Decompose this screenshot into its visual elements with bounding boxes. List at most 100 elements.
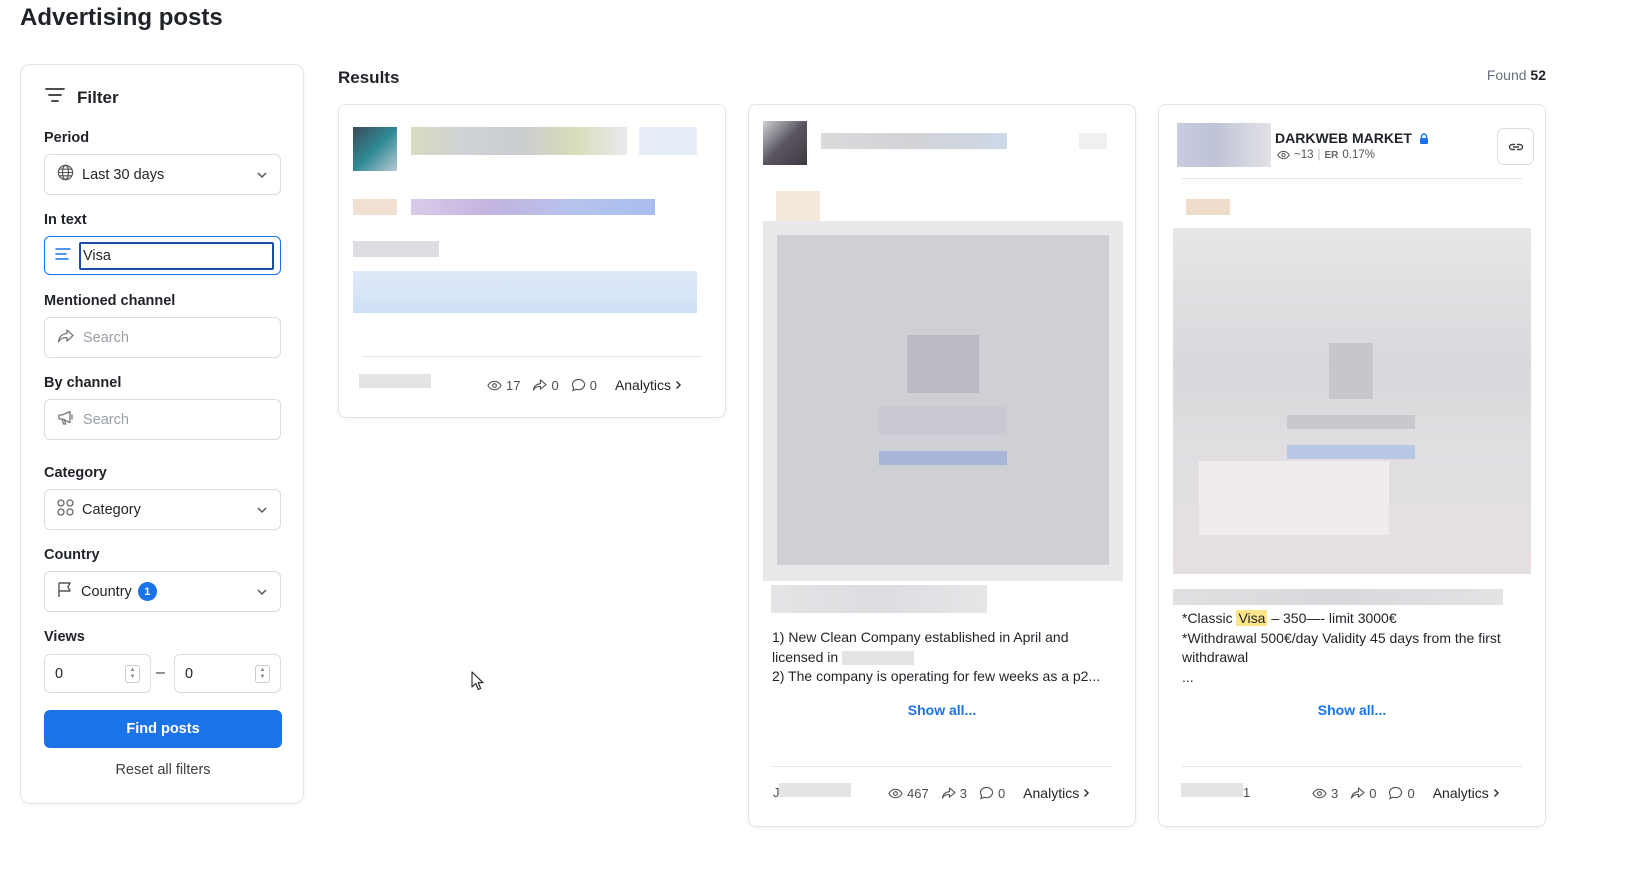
- blurred-channel-name: [821, 133, 1007, 149]
- category-select[interactable]: Category: [44, 489, 281, 530]
- image-logo: [907, 335, 979, 393]
- blurred-text: [771, 585, 987, 613]
- views-count: 17: [506, 377, 521, 393]
- in-text-field: [44, 236, 281, 275]
- chevron-right-icon: [1493, 788, 1499, 798]
- views-stat: 467: [888, 786, 929, 801]
- image-link: [879, 451, 1007, 465]
- chevron-down-icon: [256, 584, 268, 600]
- find-posts-button[interactable]: Find posts: [44, 710, 282, 748]
- share-icon: [533, 378, 548, 391]
- channel-avatar: [1177, 123, 1271, 167]
- views-label: Views: [44, 629, 85, 645]
- chevron-down-icon: [256, 167, 268, 183]
- period-select[interactable]: Last 30 days: [44, 154, 281, 195]
- analytics-link[interactable]: Analytics: [1433, 785, 1500, 801]
- analytics-label: Analytics: [614, 377, 671, 393]
- eye-icon: [1312, 788, 1327, 798]
- post-text-line: licensed in: [772, 648, 1117, 668]
- meta-separator: |: [1317, 149, 1321, 161]
- in-text-input[interactable]: [79, 241, 274, 270]
- mentioned-channel-input[interactable]: Search: [44, 317, 281, 358]
- post-text: 1) New Clean Company established in Apri…: [772, 628, 1117, 687]
- text-align-icon: [55, 247, 71, 265]
- mentioned-channel-label: Mentioned channel: [44, 293, 176, 309]
- analytics-label: Analytics: [1432, 785, 1489, 801]
- found-count: Found 52: [1487, 67, 1546, 83]
- eye-icon: [487, 380, 502, 390]
- card-divider: [362, 356, 702, 357]
- channel-avatar: [763, 121, 807, 165]
- post-stats: 3 0 0 Analytics: [1312, 785, 1500, 801]
- views-min-spinner[interactable]: ▲ ▼: [125, 664, 140, 683]
- copy-link-button[interactable]: [1497, 128, 1534, 165]
- post-card[interactable]: DARKWEB MARKET ~13 | ER 0.17% *Classic V…: [1158, 104, 1546, 827]
- blurred-action: [1079, 133, 1107, 149]
- blurred-author: [779, 783, 851, 797]
- comments-count: 0: [1407, 785, 1415, 801]
- blurred-channel-name: [411, 127, 627, 155]
- eye-icon: [888, 788, 903, 798]
- comment-icon: [1389, 786, 1403, 800]
- period-value: Last 30 days: [82, 166, 165, 183]
- by-channel-label: By channel: [44, 375, 122, 391]
- channel-meta: ~13 | ER 0.17%: [1277, 149, 1375, 161]
- post-card[interactable]: 1) New Clean Company established in Apri…: [748, 104, 1136, 827]
- comments-stat: 0: [571, 378, 597, 393]
- analytics-link[interactable]: Analytics: [615, 377, 682, 393]
- flag-icon: [57, 581, 73, 602]
- post-stats: 467 3 0 Analytics: [888, 785, 1090, 801]
- subscriber-count: ~13: [1294, 149, 1314, 161]
- category-value: Category: [82, 501, 141, 518]
- comments-count: 0: [997, 785, 1006, 801]
- shares-stat: 3: [941, 786, 967, 801]
- image-panel: [1199, 461, 1389, 535]
- share-arrow-icon: [57, 328, 75, 348]
- card-divider: [772, 766, 1112, 767]
- shares-count: 0: [1369, 785, 1377, 801]
- post-card[interactable]: 17 0 0 Analytics: [338, 104, 726, 418]
- show-all-link[interactable]: Show all...: [1159, 702, 1545, 718]
- er-value: 0.17%: [1342, 149, 1376, 161]
- channel-name[interactable]: DARKWEB MARKET: [1275, 130, 1430, 146]
- reset-filters-link[interactable]: Reset all filters: [44, 762, 282, 778]
- blurred-tag: [1186, 199, 1230, 215]
- verified-icon: [1419, 132, 1428, 144]
- megaphone-icon: [57, 410, 75, 430]
- author-suffix: 1: [1243, 785, 1250, 800]
- views-count: 467: [907, 785, 929, 801]
- globe-icon: [57, 164, 74, 185]
- blurred-tag: [776, 191, 820, 221]
- chevron-right-icon: [675, 380, 682, 390]
- analytics-label: Analytics: [1023, 785, 1080, 801]
- author-suffix-text: 1: [1243, 785, 1251, 800]
- blurred-text: [1173, 589, 1503, 605]
- filter-header: Filter: [45, 87, 119, 108]
- analytics-link[interactable]: Analytics: [1023, 785, 1090, 801]
- post-text-fragment: *Classic: [1182, 610, 1233, 626]
- comments-count: 0: [589, 377, 597, 393]
- blurred-author: [1181, 783, 1243, 797]
- views-max-input[interactable]: 0 ▲ ▼: [174, 654, 281, 693]
- shares-stat: 0: [532, 377, 559, 393]
- views-count: 3: [1331, 785, 1339, 801]
- share-icon: [1351, 786, 1365, 799]
- filter-title: Filter: [77, 87, 119, 107]
- blurred-text: [353, 241, 439, 257]
- country-select[interactable]: Country 1: [44, 571, 281, 612]
- blurred-channel-meta: [639, 127, 697, 155]
- comment-icon: [979, 786, 994, 800]
- show-all-link[interactable]: Show all...: [749, 702, 1135, 718]
- by-channel-input[interactable]: Search: [44, 399, 281, 440]
- views-max-spinner[interactable]: ▲ ▼: [255, 664, 270, 683]
- views-min-input[interactable]: 0 ▲ ▼: [44, 654, 151, 693]
- cursor-icon: [471, 671, 484, 696]
- post-text-line: withdrawal: [1182, 649, 1249, 665]
- chevron-down-icon: [256, 502, 268, 518]
- comments-stat: 0: [1388, 785, 1415, 801]
- chevron-right-icon: [1084, 788, 1090, 798]
- post-text-fragment: – 350—- limit 3000€: [1271, 610, 1397, 626]
- in-text-label: In text: [44, 212, 87, 228]
- mentioned-channel-placeholder: Search: [83, 329, 129, 346]
- shares-count: 0: [551, 377, 559, 393]
